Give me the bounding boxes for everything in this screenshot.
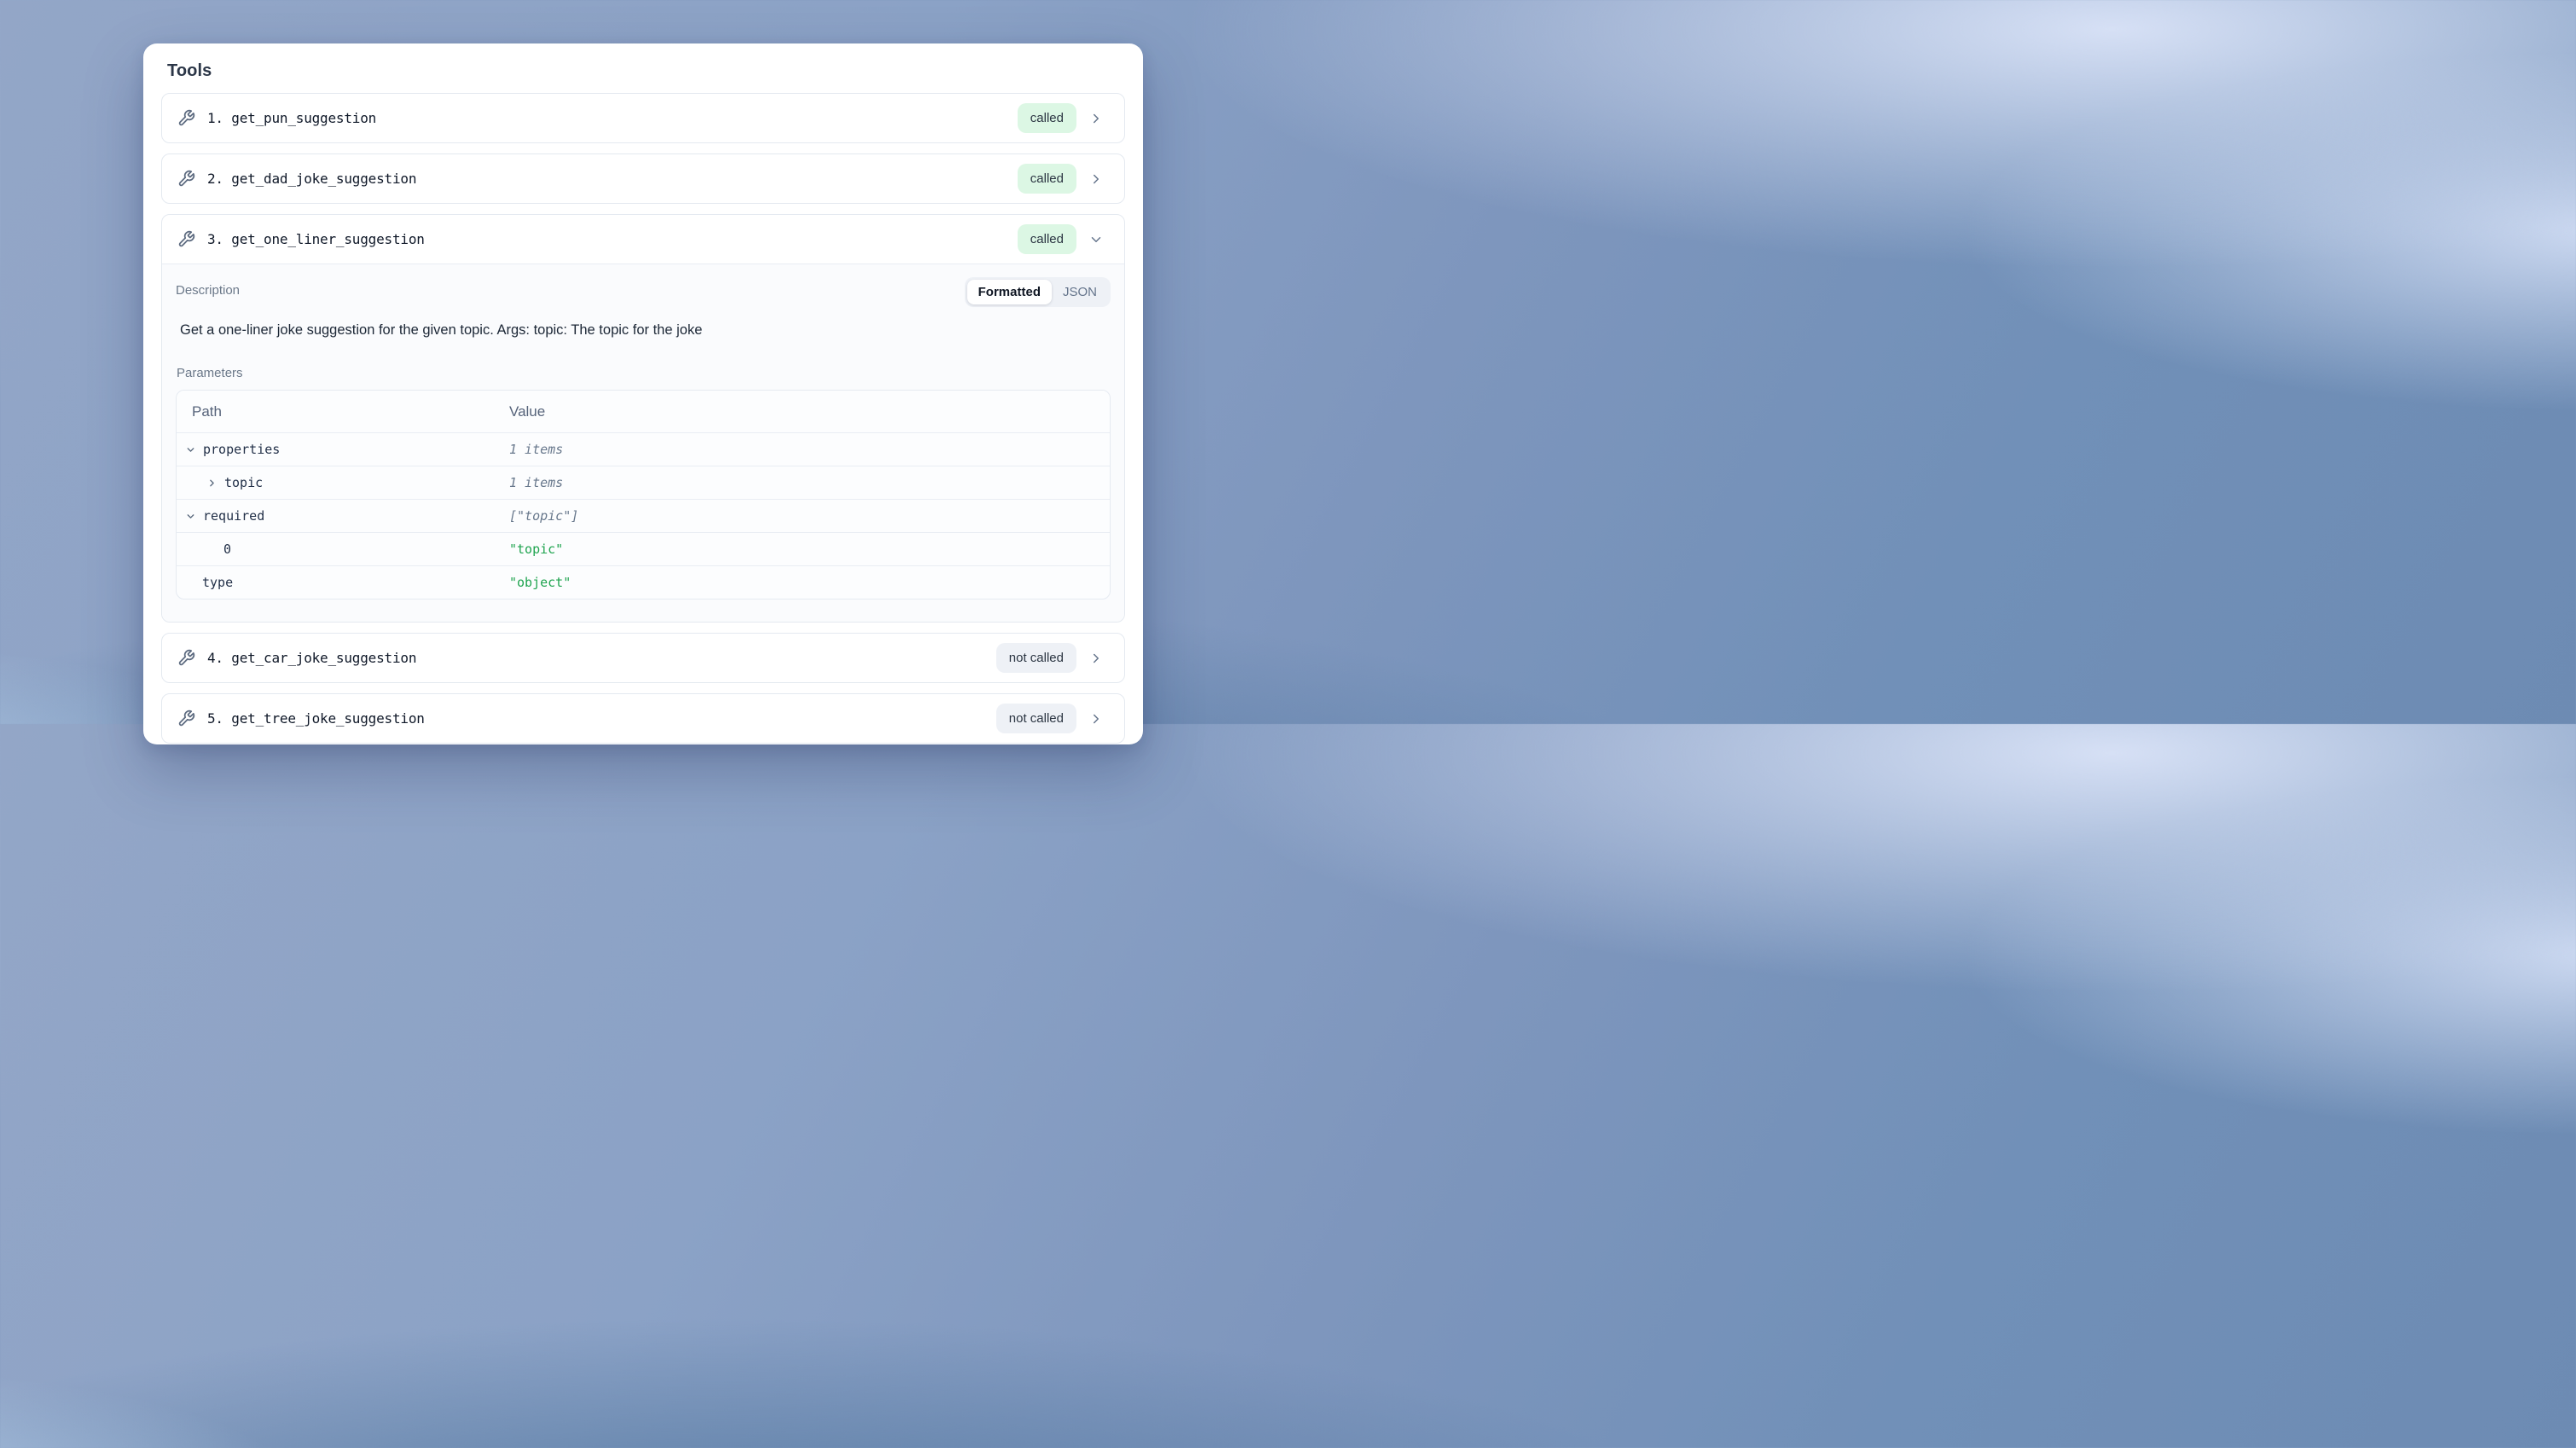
tool-row-header[interactable]: 1. get_pun_suggestion called xyxy=(162,94,1124,142)
chevron-right-icon xyxy=(1088,171,1104,187)
param-path: properties xyxy=(203,442,280,457)
wrench-icon xyxy=(177,710,195,727)
param-path: topic xyxy=(224,475,263,490)
table-row: type "object" xyxy=(177,565,1110,599)
tool-description: Get a one-liner joke suggestion for the … xyxy=(180,321,1111,339)
tool-row-header[interactable]: 2. get_dad_joke_suggestion called xyxy=(162,154,1124,203)
param-value: 1 items xyxy=(509,442,1110,457)
chevron-down-icon[interactable] xyxy=(185,511,196,522)
chevron-right-icon xyxy=(1088,651,1104,666)
tool-name: 5. get_tree_joke_suggestion xyxy=(207,710,984,727)
tool-row-header[interactable]: 4. get_car_joke_suggestion not called xyxy=(162,634,1124,682)
table-row: 0 "topic" xyxy=(177,532,1110,565)
status-badge: called xyxy=(1018,103,1076,133)
chevron-right-icon[interactable] xyxy=(206,478,218,489)
status-badge: called xyxy=(1018,224,1076,254)
wrench-icon xyxy=(177,230,195,248)
tool-detail-panel: Description Formatted JSON Get a one-lin… xyxy=(162,264,1124,622)
wrench-icon xyxy=(177,170,195,188)
tool-row: 4. get_car_joke_suggestion not called xyxy=(161,633,1125,683)
table-header-row: Path Value xyxy=(177,391,1110,432)
tool-name: 2. get_dad_joke_suggestion xyxy=(207,171,1006,187)
param-path: 0 xyxy=(223,542,231,557)
status-badge: not called xyxy=(996,643,1076,673)
table-row: required ["topic"] xyxy=(177,499,1110,532)
parameters-table: Path Value properties 1 items xyxy=(176,390,1111,599)
tool-name: 3. get_one_liner_suggestion xyxy=(207,231,1006,247)
tool-name: 1. get_pun_suggestion xyxy=(207,110,1006,126)
tool-row: 5. get_tree_joke_suggestion not called xyxy=(161,693,1125,744)
param-path: type xyxy=(202,575,233,590)
tool-row: 1. get_pun_suggestion called xyxy=(161,93,1125,143)
column-header-path: Path xyxy=(177,403,509,420)
parameters-label: Parameters xyxy=(177,360,1111,382)
tool-name: 4. get_car_joke_suggestion xyxy=(207,650,984,666)
tools-panel: Tools 1. get_pun_suggestion called 2. xyxy=(143,43,1143,744)
table-row: properties 1 items xyxy=(177,432,1110,466)
chevron-right-icon xyxy=(1088,111,1104,126)
tool-row: 2. get_dad_joke_suggestion called xyxy=(161,153,1125,204)
description-label: Description xyxy=(176,277,240,299)
param-value: "object" xyxy=(509,575,1110,590)
status-badge: called xyxy=(1018,164,1076,194)
param-value: ["topic"] xyxy=(509,508,1110,524)
chevron-down-icon xyxy=(1088,232,1104,247)
param-value: "topic" xyxy=(509,542,1110,557)
status-badge: not called xyxy=(996,704,1076,733)
toggle-option-formatted[interactable]: Formatted xyxy=(967,280,1052,304)
param-value: 1 items xyxy=(509,475,1110,490)
toggle-option-json[interactable]: JSON xyxy=(1052,280,1108,304)
panel-title: Tools xyxy=(167,61,1125,81)
tool-list: 1. get_pun_suggestion called 2. get_dad_… xyxy=(161,93,1125,744)
tool-row-header[interactable]: 3. get_one_liner_suggestion called xyxy=(162,215,1124,264)
column-header-value: Value xyxy=(509,403,1110,420)
chevron-down-icon[interactable] xyxy=(185,444,196,455)
tool-row-expanded: 3. get_one_liner_suggestion called Descr… xyxy=(161,214,1125,623)
wrench-icon xyxy=(177,109,195,127)
tool-row-header[interactable]: 5. get_tree_joke_suggestion not called xyxy=(162,694,1124,743)
param-path: required xyxy=(203,508,264,524)
wrench-icon xyxy=(177,649,195,667)
view-mode-toggle: Formatted JSON xyxy=(965,277,1111,307)
chevron-right-icon xyxy=(1088,711,1104,727)
table-row: topic 1 items xyxy=(177,466,1110,499)
